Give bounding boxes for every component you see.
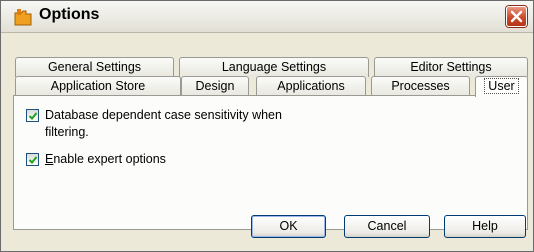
option-expert-options[interactable]: Enable expert options — [26, 151, 166, 168]
tab-design[interactable]: Design — [181, 76, 249, 96]
case-sensitivity-checkbox[interactable] — [26, 109, 39, 122]
title-bar[interactable]: Options — [1, 1, 533, 33]
case-sensitivity-label: Database dependent case sensitivity when… — [45, 107, 282, 141]
tab-panel-user: Database dependent case sensitivity when… — [13, 95, 528, 230]
window-title: Options — [39, 6, 100, 23]
options-dialog: Options General Settings Language Settin… — [0, 0, 534, 252]
tab-editor-settings[interactable]: Editor Settings — [374, 57, 528, 77]
case-sensitivity-label-line1: Database dependent case sensitivity when — [45, 108, 282, 122]
tab-general-settings[interactable]: General Settings — [15, 57, 174, 77]
help-button[interactable]: Help — [444, 215, 526, 238]
folder-icon — [14, 9, 32, 26]
ok-button[interactable]: OK — [251, 215, 326, 238]
cancel-button[interactable]: Cancel — [344, 215, 430, 238]
expert-options-label: Enable expert options — [45, 151, 166, 168]
expert-options-checkbox[interactable] — [26, 153, 39, 166]
tab-language-settings[interactable]: Language Settings — [179, 57, 369, 77]
tab-processes[interactable]: Processes — [371, 76, 470, 96]
tab-user-label: User — [484, 78, 519, 94]
tab-application-store[interactable]: Application Store — [15, 76, 181, 96]
checkmark-icon — [28, 112, 38, 120]
option-case-sensitivity[interactable]: Database dependent case sensitivity when… — [26, 107, 282, 141]
checkmark-icon — [28, 156, 38, 164]
tab-applications[interactable]: Applications — [256, 76, 366, 96]
case-sensitivity-label-line2: filtering. — [45, 125, 89, 139]
close-button[interactable] — [506, 6, 527, 27]
close-x-icon — [510, 10, 523, 23]
expert-options-label-rest: nable expert options — [53, 152, 166, 166]
tab-user[interactable]: User — [475, 76, 528, 97]
